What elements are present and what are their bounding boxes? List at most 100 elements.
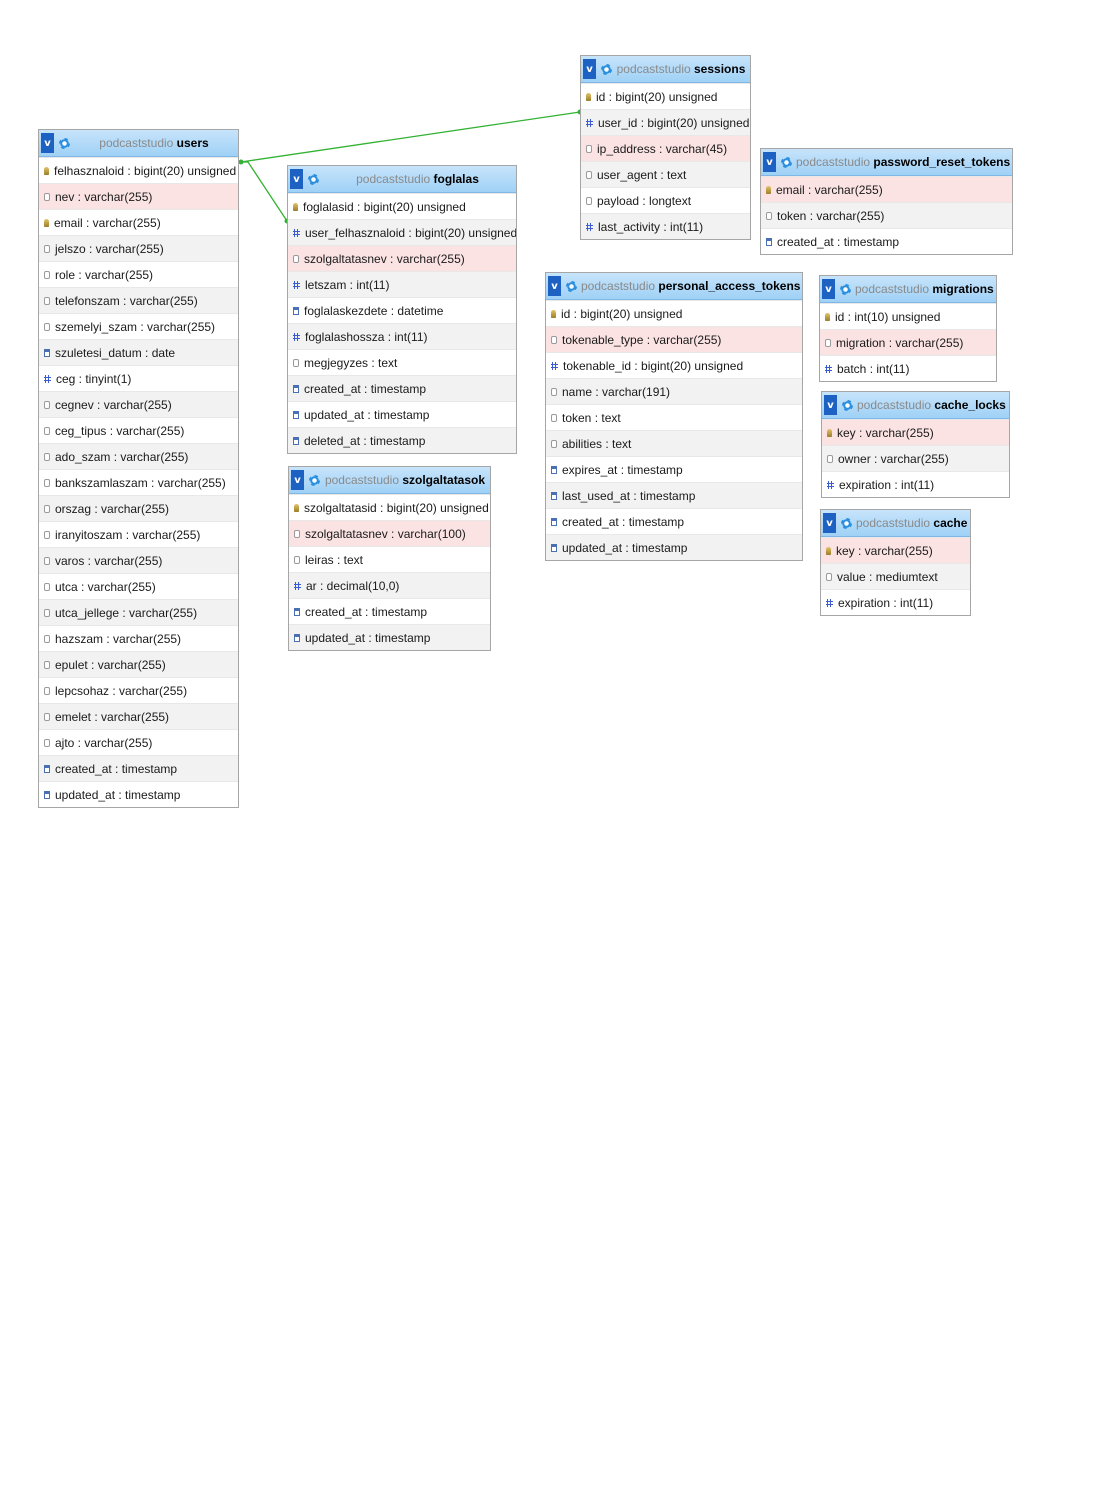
column-row[interactable]: id : bigint(20) unsigned <box>581 83 750 109</box>
column-row[interactable]: key : varchar(255) <box>822 419 1009 445</box>
column-row[interactable]: updated_at : timestamp <box>39 781 238 807</box>
column-row[interactable]: szolgaltatasnev : varchar(255) <box>288 245 516 271</box>
column-row[interactable]: last_activity : int(11) <box>581 213 750 239</box>
column-row[interactable]: ceg_tipus : varchar(255) <box>39 417 238 443</box>
table-migrations[interactable]: v podcaststudio migrations id : int(10) un… <box>819 275 997 382</box>
gear-icon[interactable] <box>308 173 319 185</box>
column-row[interactable]: utca_jellege : varchar(255) <box>39 599 238 625</box>
column-row[interactable]: migration : varchar(255) <box>820 329 996 355</box>
table-header[interactable]: v podcaststudio password_reset_tokens <box>761 149 1012 176</box>
collapse-toggle-icon[interactable]: v <box>824 395 837 415</box>
column-row[interactable]: ip_address : varchar(45) <box>581 135 750 161</box>
gear-icon[interactable] <box>601 63 612 75</box>
column-row[interactable]: hazszam : varchar(255) <box>39 625 238 651</box>
gear-icon[interactable] <box>842 399 853 411</box>
collapse-toggle-icon[interactable]: v <box>583 59 596 79</box>
column-row[interactable]: name : varchar(191) <box>546 378 802 404</box>
column-row[interactable]: abilities : text <box>546 430 802 456</box>
gear-icon[interactable] <box>781 156 792 168</box>
column-row[interactable]: role : varchar(255) <box>39 261 238 287</box>
table-personal-access-tokens[interactable]: v podcaststudio personal_access_tokens id … <box>545 272 803 561</box>
gear-icon[interactable] <box>59 137 70 149</box>
table-header[interactable]: v podcaststudio foglalas <box>288 166 516 193</box>
column-row[interactable]: token : text <box>546 404 802 430</box>
column-row[interactable]: payload : longtext <box>581 187 750 213</box>
column-row[interactable]: foglalaskezdete : datetime <box>288 297 516 323</box>
table-foglalas[interactable]: v podcaststudio foglalas foglalasid : bigi… <box>287 165 517 454</box>
column-row[interactable]: created_at : timestamp <box>289 598 490 624</box>
column-row[interactable]: letszam : int(11) <box>288 271 516 297</box>
column-row[interactable]: utca : varchar(255) <box>39 573 238 599</box>
column-row[interactable]: user_id : bigint(20) unsigned <box>581 109 750 135</box>
column-row[interactable]: szemelyi_szam : varchar(255) <box>39 313 238 339</box>
column-row[interactable]: jelszo : varchar(255) <box>39 235 238 261</box>
column-row[interactable]: emelet : varchar(255) <box>39 703 238 729</box>
table-cache[interactable]: v podcaststudio cache key : varchar(255) va… <box>820 509 971 616</box>
column-row[interactable]: foglalasid : bigint(20) unsigned <box>288 193 516 219</box>
collapse-toggle-icon[interactable]: v <box>823 513 836 533</box>
collapse-toggle-icon[interactable]: v <box>763 152 776 172</box>
column-row[interactable]: user_felhasznaloid : bigint(20) unsigned <box>288 219 516 245</box>
column-row[interactable]: iranyitoszam : varchar(255) <box>39 521 238 547</box>
column-row[interactable]: key : varchar(255) <box>821 537 970 563</box>
table-header[interactable]: v podcaststudio personal_access_tokens <box>546 273 802 300</box>
column-row[interactable]: batch : int(11) <box>820 355 996 381</box>
table-cache-locks[interactable]: v podcaststudio cache_locks key : varchar(… <box>821 391 1010 498</box>
column-row[interactable]: szolgaltatasnev : varchar(100) <box>289 520 490 546</box>
column-row[interactable]: tokenable_type : varchar(255) <box>546 326 802 352</box>
column-row[interactable]: megjegyzes : text <box>288 349 516 375</box>
column-row[interactable]: cegnev : varchar(255) <box>39 391 238 417</box>
column-row[interactable]: varos : varchar(255) <box>39 547 238 573</box>
column-row[interactable]: owner : varchar(255) <box>822 445 1009 471</box>
table-header[interactable]: v podcaststudio sessions <box>581 56 750 83</box>
column-row[interactable]: leiras : text <box>289 546 490 572</box>
column-row[interactable]: created_at : timestamp <box>761 228 1012 254</box>
gear-icon[interactable] <box>840 283 851 295</box>
column-row[interactable]: updated_at : timestamp <box>288 401 516 427</box>
column-row[interactable]: telefonszam : varchar(255) <box>39 287 238 313</box>
column-row[interactable]: created_at : timestamp <box>288 375 516 401</box>
column-row[interactable]: created_at : timestamp <box>546 508 802 534</box>
column-row[interactable]: ajto : varchar(255) <box>39 729 238 755</box>
collapse-toggle-icon[interactable]: v <box>548 276 561 296</box>
column-row[interactable]: id : bigint(20) unsigned <box>546 300 802 326</box>
gear-icon[interactable] <box>566 280 577 292</box>
column-row[interactable]: created_at : timestamp <box>39 755 238 781</box>
column-row[interactable]: bankszamlaszam : varchar(255) <box>39 469 238 495</box>
column-row[interactable]: ceg : tinyint(1) <box>39 365 238 391</box>
column-row[interactable]: email : varchar(255) <box>39 209 238 235</box>
collapse-toggle-icon[interactable]: v <box>41 133 54 153</box>
table-szolgaltatasok[interactable]: v podcaststudio szolgaltatasok szolgaltata… <box>288 466 491 651</box>
gear-icon[interactable] <box>841 517 852 529</box>
column-row[interactable]: felhasznaloid : bigint(20) unsigned <box>39 157 238 183</box>
collapse-toggle-icon[interactable]: v <box>290 169 303 189</box>
column-row[interactable]: last_used_at : timestamp <box>546 482 802 508</box>
table-header[interactable]: v podcaststudio szolgaltatasok <box>289 467 490 494</box>
table-users[interactable]: v podcaststudio users felhasznaloid : bigi… <box>38 129 239 808</box>
column-row[interactable]: expires_at : timestamp <box>546 456 802 482</box>
column-row[interactable]: email : varchar(255) <box>761 176 1012 202</box>
table-header[interactable]: v podcaststudio cache <box>821 510 970 537</box>
column-row[interactable]: updated_at : timestamp <box>546 534 802 560</box>
column-row[interactable]: value : mediumtext <box>821 563 970 589</box>
table-header[interactable]: v podcaststudio migrations <box>820 276 996 303</box>
column-row[interactable]: deleted_at : timestamp <box>288 427 516 453</box>
collapse-toggle-icon[interactable]: v <box>822 279 835 299</box>
column-row[interactable]: expiration : int(11) <box>821 589 970 615</box>
column-row[interactable]: nev : varchar(255) <box>39 183 238 209</box>
column-row[interactable]: tokenable_id : bigint(20) unsigned <box>546 352 802 378</box>
table-password-reset-tokens[interactable]: v podcaststudio password_reset_tokens emai… <box>760 148 1013 255</box>
column-row[interactable]: id : int(10) unsigned <box>820 303 996 329</box>
column-row[interactable]: epulet : varchar(255) <box>39 651 238 677</box>
column-row[interactable]: ado_szam : varchar(255) <box>39 443 238 469</box>
gear-icon[interactable] <box>309 474 320 486</box>
collapse-toggle-icon[interactable]: v <box>291 470 304 490</box>
column-row[interactable]: token : varchar(255) <box>761 202 1012 228</box>
column-row[interactable]: szolgaltatasid : bigint(20) unsigned <box>289 494 490 520</box>
column-row[interactable]: szuletesi_datum : date <box>39 339 238 365</box>
column-row[interactable]: ar : decimal(10,0) <box>289 572 490 598</box>
column-row[interactable]: updated_at : timestamp <box>289 624 490 650</box>
column-row[interactable]: foglalashossza : int(11) <box>288 323 516 349</box>
column-row[interactable]: orszag : varchar(255) <box>39 495 238 521</box>
table-header[interactable]: v podcaststudio users <box>39 130 238 157</box>
